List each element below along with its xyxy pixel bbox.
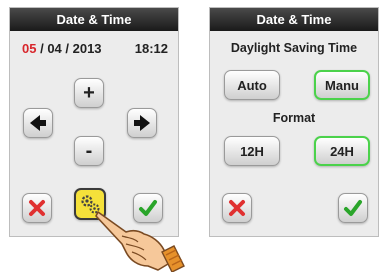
check-icon bbox=[344, 200, 362, 216]
increment-button[interactable]: + bbox=[74, 78, 104, 108]
close-icon bbox=[29, 200, 45, 216]
date-day-selected[interactable]: 05 bbox=[22, 41, 36, 56]
dst-manual-button[interactable]: Manu bbox=[314, 70, 370, 100]
next-field-button[interactable] bbox=[127, 108, 157, 138]
date-month-year: / 04 / 2013 bbox=[40, 41, 102, 56]
cancel-button[interactable] bbox=[22, 193, 52, 223]
format-24h-button[interactable]: 24H bbox=[314, 136, 370, 166]
format-12h-button[interactable]: 12H bbox=[224, 136, 280, 166]
date-display: 05 / 04 / 2013 bbox=[22, 41, 102, 56]
previous-field-button[interactable] bbox=[23, 108, 53, 138]
confirm-button[interactable] bbox=[338, 193, 368, 223]
date-time-screen-right: Date & Time Daylight Saving Time Auto Ma… bbox=[209, 7, 379, 237]
format-label: Format bbox=[272, 111, 316, 125]
decrement-button[interactable]: - bbox=[74, 136, 104, 166]
time-display: 18:12 bbox=[134, 41, 168, 56]
close-icon bbox=[229, 200, 245, 216]
hand-pointer-icon bbox=[95, 211, 185, 272]
cancel-button[interactable] bbox=[222, 193, 252, 223]
dst-label: Daylight Saving Time bbox=[230, 41, 358, 55]
dst-auto-button[interactable]: Auto bbox=[224, 70, 280, 100]
arrow-right-icon bbox=[134, 115, 150, 131]
arrow-left-icon bbox=[30, 115, 46, 131]
screen-title: Date & Time bbox=[210, 8, 378, 31]
date-time-screen-left: Date & Time 05 / 04 / 2013 18:12 + - bbox=[9, 7, 179, 237]
screen-title: Date & Time bbox=[10, 8, 178, 31]
